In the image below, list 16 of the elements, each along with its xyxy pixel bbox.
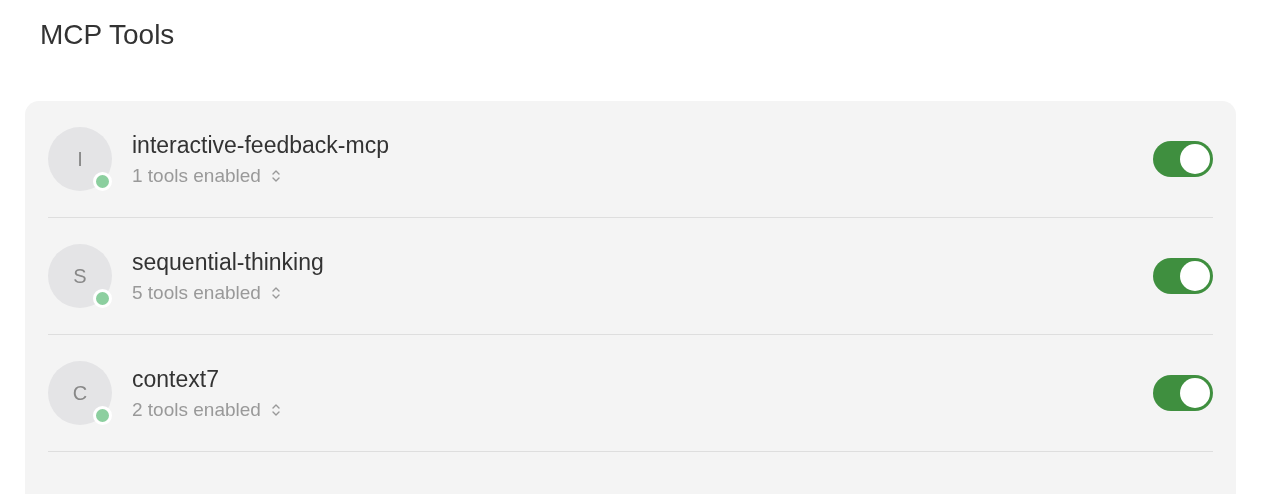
- avatar: C: [48, 361, 112, 425]
- server-name: context7: [132, 365, 220, 393]
- toggle-switch[interactable]: [1153, 258, 1213, 294]
- tools-count: 5 tools enabled: [132, 281, 261, 304]
- toggle-switch[interactable]: [1153, 375, 1213, 411]
- server-name: interactive-feedback-mcp: [132, 131, 390, 159]
- tools-count: 2 tools enabled: [132, 398, 261, 421]
- server-name: sequential-thinking: [132, 248, 325, 276]
- toggle-switch[interactable]: [1153, 141, 1213, 177]
- chevron-up-down-icon[interactable]: [270, 285, 281, 300]
- chevron-up-down-icon[interactable]: [270, 402, 281, 417]
- chevron-up-down-icon[interactable]: [270, 168, 281, 183]
- avatar: S: [48, 244, 112, 308]
- avatar: I: [48, 127, 112, 191]
- page-title: MCP Tools: [39, 18, 176, 52]
- tools-count: 1 tools enabled: [132, 164, 261, 187]
